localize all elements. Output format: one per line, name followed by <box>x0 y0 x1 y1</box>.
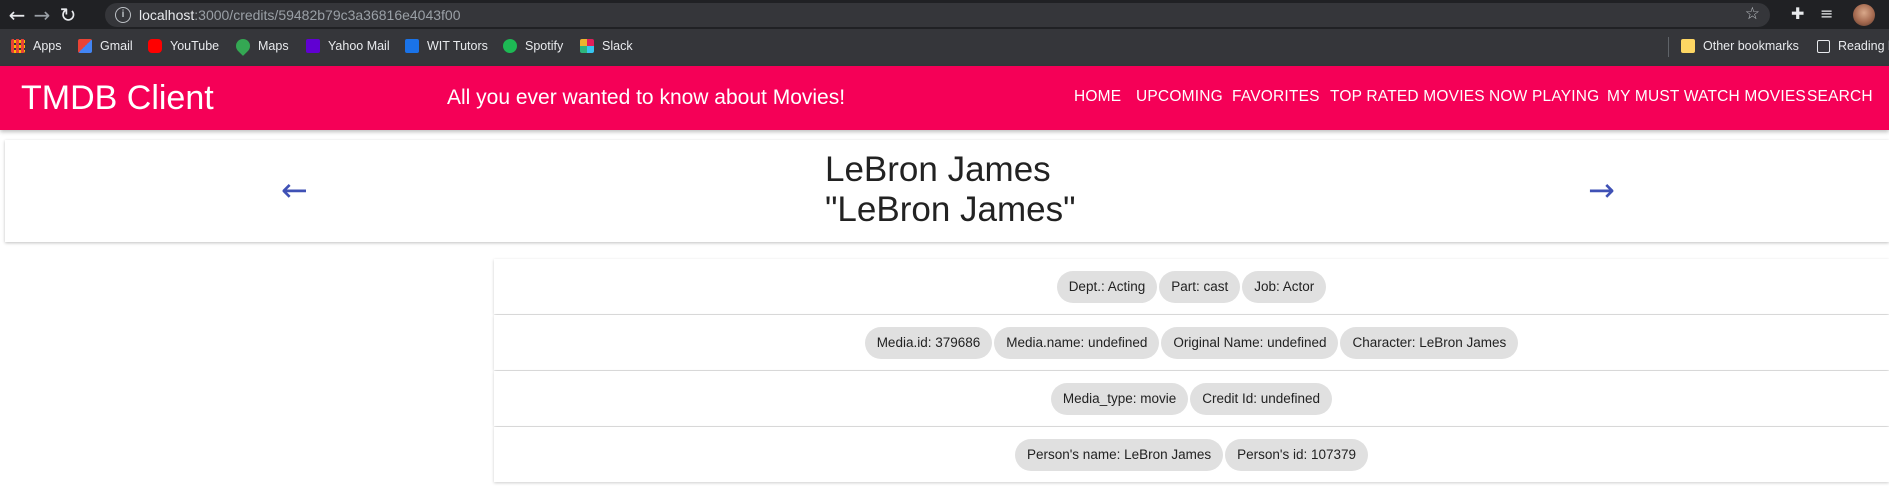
credit-media-panel: Media.id: 379686 Media.name: undefined O… <box>494 315 1889 370</box>
yahoo-mail-icon <box>306 39 320 53</box>
menu-favorites[interactable]: FAVORITES <box>1232 88 1320 106</box>
dept-chip: Dept.: Acting <box>1056 270 1158 303</box>
other-bookmarks[interactable]: Other bookmarks <box>1681 39 1799 53</box>
bookmark-label: Spotify <box>525 39 564 53</box>
forward-icon[interactable]: → <box>30 3 54 27</box>
job-chip: Job: Actor <box>1242 270 1327 303</box>
maps-pin-icon <box>233 36 253 56</box>
credit-title: LeBron James "LeBron James" <box>825 150 1076 230</box>
credit-id-chip: Credit Id: undefined <box>1190 382 1333 415</box>
bookmark-label: Maps <box>258 39 289 53</box>
bookmark-label: Gmail <box>100 39 133 53</box>
folder-icon <box>1681 39 1695 53</box>
bookmark-label: WIT Tutors <box>427 39 488 53</box>
part-chip: Part: cast <box>1159 270 1241 303</box>
credit-department-panel: Dept.: Acting Part: cast Job: Actor <box>494 259 1889 314</box>
reload-icon[interactable]: ↻ <box>56 3 80 27</box>
bookmark-wit-tutors[interactable]: WIT Tutors <box>405 39 488 53</box>
menu-search[interactable]: SEARCH <box>1807 88 1873 106</box>
arrow-forward-icon[interactable]: → <box>1588 174 1615 206</box>
character-chip: Character: LeBron James <box>1340 326 1519 359</box>
youtube-icon <box>148 39 162 53</box>
bookmarks-divider <box>1668 37 1669 57</box>
menu-top-rated-movies[interactable]: TOP RATED MOVIES <box>1330 88 1485 106</box>
person-name-chip: Person's name: LeBron James <box>1014 438 1224 471</box>
menu-now-playing[interactable]: NOW PLAYING <box>1489 88 1599 106</box>
media-type-chip: Media_type: movie <box>1050 382 1189 415</box>
bookmark-label: YouTube <box>170 39 220 53</box>
media-name-chip: Media.name: undefined <box>994 326 1160 359</box>
gmail-icon <box>78 39 92 53</box>
person-id-chip: Person's id: 107379 <box>1225 438 1369 471</box>
credit-header: ← LeBron James "LeBron James" → <box>5 140 1889 242</box>
apps-grid-icon <box>11 39 25 53</box>
app-tagline: All you ever wanted to know about Movies… <box>447 86 846 109</box>
app-title: TMDB Client <box>21 79 214 117</box>
url-host: localhost <box>139 7 195 23</box>
back-icon[interactable]: ← <box>5 3 29 27</box>
bookmark-label: Reading l <box>1838 39 1889 53</box>
original-name-chip: Original Name: undefined <box>1161 326 1339 359</box>
reading-list[interactable]: Reading l <box>1817 39 1889 53</box>
bookmark-gmail[interactable]: Gmail <box>78 39 133 53</box>
bookmark-label: Yahoo Mail <box>328 39 390 53</box>
spotify-icon <box>503 39 517 53</box>
character-name: "LeBron James" <box>825 190 1076 229</box>
media-id-chip: Media.id: 379686 <box>864 326 993 359</box>
extensions-icon[interactable]: ✚ <box>1791 4 1804 23</box>
bookmark-star-icon[interactable]: ☆ <box>1745 4 1760 24</box>
url-text[interactable]: localhost:3000/credits/59482b79c3a36816e… <box>139 7 461 23</box>
address-bar[interactable]: i localhost:3000/credits/59482b79c3a3681… <box>105 3 1770 27</box>
credit-type-panel: Media_type: movie Credit Id: undefined <box>494 371 1889 426</box>
bookmark-label: Other bookmarks <box>1703 39 1799 53</box>
menu-upcoming[interactable]: UPCOMING <box>1136 88 1223 106</box>
slack-icon <box>580 39 594 53</box>
arrow-back-icon[interactable]: ← <box>281 174 308 206</box>
url-path: :3000/credits/59482b79c3a36816e4043f00 <box>194 7 461 23</box>
browser-toolbar: ← → ↻ i localhost:3000/credits/59482b79c… <box>0 0 1889 29</box>
menu-must-watch-movies[interactable]: MY MUST WATCH MOVIES <box>1607 88 1806 106</box>
bookmarks-bar: Apps Gmail YouTube Maps Yahoo Mail WIT T… <box>0 29 1889 66</box>
bookmark-yahoo-mail[interactable]: Yahoo Mail <box>306 39 390 53</box>
bookmark-label: Slack <box>602 39 633 53</box>
bookmark-youtube[interactable]: YouTube <box>148 39 219 53</box>
credit-person-panel: Person's name: LeBron James Person's id:… <box>494 427 1889 482</box>
person-name: LeBron James <box>825 150 1051 189</box>
app-bar: TMDB Client All you ever wanted to know … <box>0 66 1889 130</box>
bookmark-apps[interactable]: Apps <box>11 39 62 53</box>
bookmark-label: Apps <box>33 39 62 53</box>
reading-list-icon <box>1817 39 1830 53</box>
bookmark-slack[interactable]: Slack <box>580 39 633 53</box>
media-control-icon[interactable]: ≡ <box>1820 4 1833 23</box>
profile-avatar[interactable] <box>1853 4 1875 26</box>
bookmark-spotify[interactable]: Spotify <box>503 39 563 53</box>
wit-tutors-icon <box>405 39 419 53</box>
bookmark-maps[interactable]: Maps <box>233 36 289 56</box>
menu-home[interactable]: HOME <box>1074 88 1121 106</box>
site-info-icon[interactable]: i <box>115 7 131 23</box>
